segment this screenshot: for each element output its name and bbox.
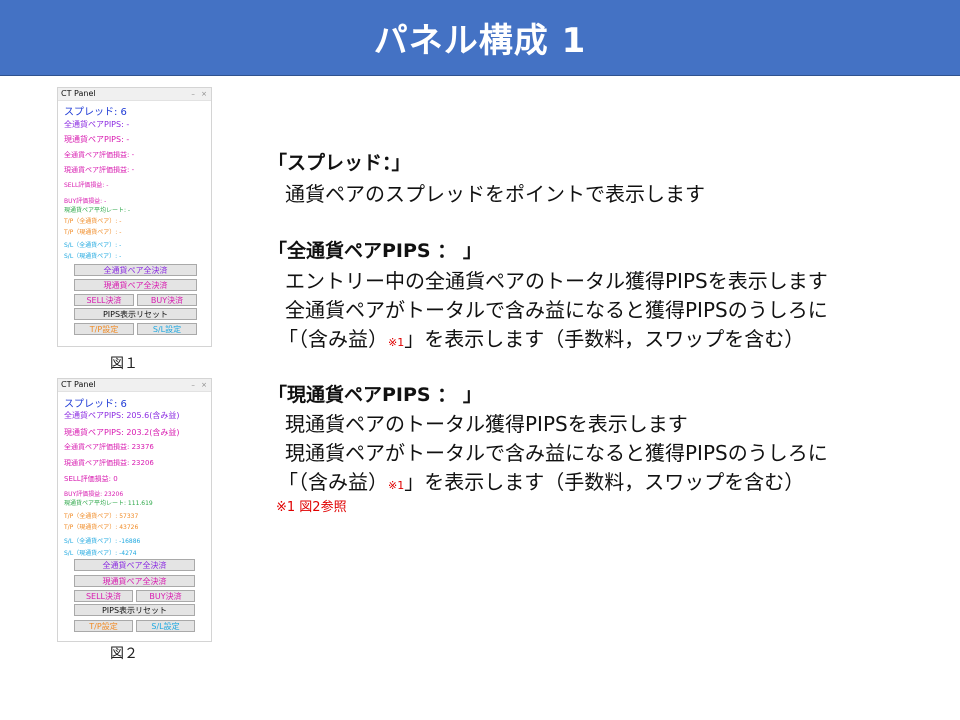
desc-cur-pips-3-post: 」を表示します（手数料，スワップを含む）	[404, 470, 805, 494]
sl-settings-button[interactable]: S/L設定	[137, 323, 197, 335]
sell-eval-value: SELL評価損益: -	[64, 182, 109, 189]
desc-all-pips-3-pre: 「（含み益）	[278, 327, 388, 351]
desc-cur-pips-2: 現通貨ペアがトータルで含み益になると獲得PIPSのうしろに	[285, 441, 828, 465]
tp-cur-value: T/P（現通貨ペア）: 43726	[64, 524, 139, 531]
tp-settings-button[interactable]: T/P設定	[74, 620, 133, 632]
all-close-button[interactable]: 全通貨ペア全決済	[74, 264, 197, 276]
pips-reset-button[interactable]: PIPS表示リセット	[74, 308, 197, 320]
all-pips-value: 全通貨ペアPIPS: 205.6(含み益)	[64, 411, 180, 420]
cur-pips-value: 現通貨ペアPIPS: -	[64, 135, 130, 144]
desc-all-pips-1: エントリー中の全通貨ペアのトータル獲得PIPSを表示します	[285, 269, 828, 293]
sl-all-value: S/L（全通貨ペア）: -16886	[64, 538, 141, 545]
cur-close-button[interactable]: 現通貨ペア全決済	[74, 279, 197, 291]
buy-close-button[interactable]: BUY決済	[136, 590, 195, 602]
spread-value: スプレッド: 6	[64, 107, 127, 118]
cur-eval-value: 現通貨ペア評価損益: 23206	[64, 459, 154, 467]
window-controls-icon[interactable]: – ×	[191, 379, 209, 391]
panel-2-title: CT Panel	[61, 380, 96, 389]
window-controls-icon[interactable]: – ×	[191, 88, 209, 100]
tp-all-value: T/P（全通貨ペア）: 57337	[64, 513, 139, 520]
buy-close-button[interactable]: BUY決済	[137, 294, 197, 306]
sl-settings-button[interactable]: S/L設定	[136, 620, 195, 632]
slide-title: パネル構成 1	[373, 21, 587, 61]
desc-all-pips-3-post: 」を表示します（手数料，スワップを含む）	[404, 327, 805, 351]
figure-1-caption: 図１	[110, 356, 138, 372]
sl-cur-value: S/L（現通貨ペア）: -4274	[64, 550, 137, 557]
figure-2-caption: 図２	[110, 646, 138, 662]
desc-all-pips-3: 「（含み益）※1」を表示します（手数料，スワップを含む）	[278, 323, 804, 352]
sell-close-button[interactable]: SELL決済	[74, 294, 134, 306]
slide-header: パネル構成 1	[0, 0, 960, 76]
panel-1-titlebar: CT Panel – ×	[58, 88, 211, 101]
heading-cur-pips: 「現通貨ペアPIPS ： 」	[268, 384, 482, 406]
all-eval-value: 全通貨ペア評価損益: 23376	[64, 443, 154, 451]
cur-eval-value: 現通貨ペア評価損益: -	[64, 166, 135, 174]
footnote: ※1 図2参照	[276, 500, 347, 515]
heading-all-pips: 「全通貨ペアPIPS ： 」	[268, 240, 482, 262]
tp-settings-button[interactable]: T/P設定	[74, 323, 134, 335]
ct-panel-1: CT Panel – × スプレッド: 6 全通貨ペアPIPS: - 現通貨ペア…	[57, 87, 212, 347]
desc-cur-pips-3: 「（含み益）※1」を表示します（手数料，スワップを含む）	[278, 466, 804, 495]
spread-value: スプレッド: 6	[64, 399, 127, 410]
all-pips-value: 全通貨ペアPIPS: -	[64, 120, 130, 129]
footnote-mark: ※1	[388, 336, 405, 349]
buy-eval-value: BUY評価損益: -	[64, 198, 107, 205]
all-close-button[interactable]: 全通貨ペア全決済	[74, 559, 195, 571]
avg-rate-value: 現通貨ペア平均レート: -	[64, 207, 131, 214]
cur-close-button[interactable]: 現通貨ペア全決済	[74, 575, 195, 587]
heading-spread: 「スプレッド：」	[268, 152, 411, 174]
tp-cur-value: T/P（現通貨ペア）: -	[64, 229, 122, 236]
tp-all-value: T/P（全通貨ペア）: -	[64, 218, 122, 225]
buy-eval-value: BUY評価損益: 23206	[64, 491, 124, 498]
sell-eval-value: SELL評価損益: 0	[64, 475, 118, 483]
all-eval-value: 全通貨ペア評価損益: -	[64, 151, 135, 159]
cur-pips-value: 現通貨ペアPIPS: 203.2(含み益)	[64, 428, 180, 437]
sl-all-value: S/L（全通貨ペア）: -	[64, 242, 122, 249]
panel-2-titlebar: CT Panel – ×	[58, 379, 211, 392]
sl-cur-value: S/L（現通貨ペア）: -	[64, 253, 122, 260]
sell-close-button[interactable]: SELL決済	[74, 590, 133, 602]
desc-cur-pips-1: 現通貨ペアのトータル獲得PIPSを表示します	[285, 412, 688, 436]
footnote-mark: ※1	[388, 479, 405, 492]
panel-1-title: CT Panel	[61, 89, 96, 98]
desc-spread: 通貨ペアのスプレッドをポイントで表示します	[285, 182, 705, 206]
desc-cur-pips-3-pre: 「（含み益）	[278, 470, 388, 494]
ct-panel-2: CT Panel – × スプレッド: 6 全通貨ペアPIPS: 205.6(含…	[57, 378, 212, 642]
desc-all-pips-2: 全通貨ペアがトータルで含み益になると獲得PIPSのうしろに	[285, 298, 828, 322]
pips-reset-button[interactable]: PIPS表示リセット	[74, 604, 195, 616]
avg-rate-value: 現通貨ペア平均レート: 111.619	[64, 500, 153, 507]
